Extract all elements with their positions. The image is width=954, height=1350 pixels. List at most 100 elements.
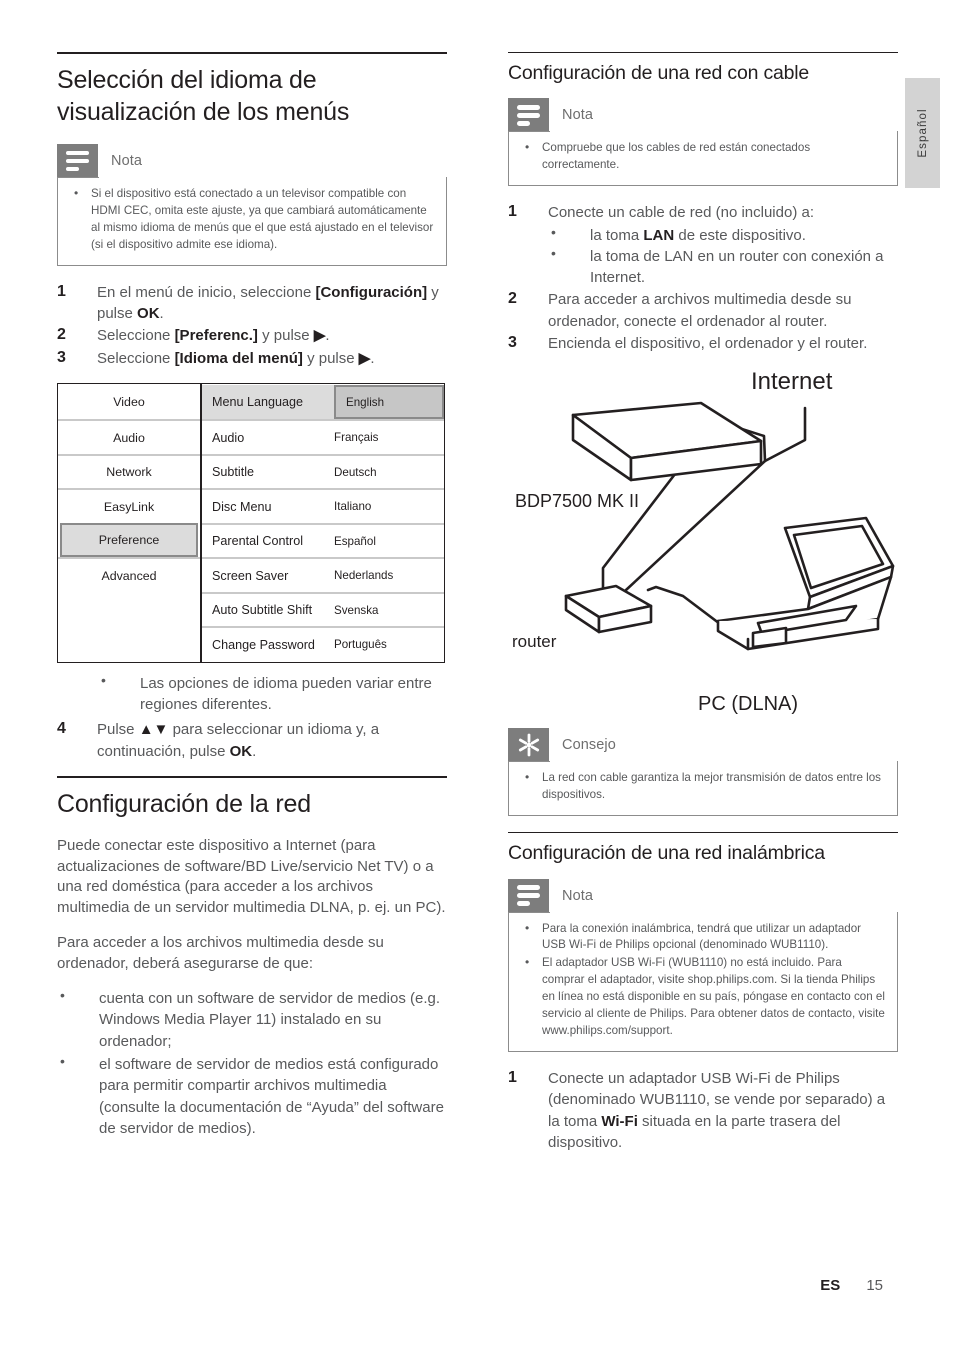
step-text: . [159, 304, 164, 322]
wireless-network-title: Configuración de una red inalámbrica [508, 842, 825, 865]
osd-sidebar-item-easylink[interactable]: EasyLink [58, 488, 200, 523]
language-side-tab: Español [905, 78, 940, 188]
osd-row-value: Deutsch [334, 465, 377, 479]
osd-row-name: Parental Control [212, 534, 304, 549]
osd-row-subtitle[interactable]: Subtitle Deutsch [202, 453, 444, 489]
network-paragraph-2: Para acceder a los archivos multimedia d… [57, 933, 384, 972]
osd-row-change-password[interactable]: Change Password Português [202, 626, 444, 661]
step-text: . [252, 742, 257, 760]
callout-item: Compruebe que los cables de red están co… [521, 139, 885, 174]
osd-row-screen-saver[interactable]: Screen Saver Nederlands [202, 557, 444, 592]
sub-text: de este dispositivo. [674, 226, 806, 244]
osd-row-value: Português [334, 638, 387, 652]
step-bold: OK [229, 742, 253, 760]
step-bold: ▶ [358, 349, 371, 367]
step-item: Pulse ▲▼ para seleccionar un idioma y, a… [57, 718, 447, 762]
wired-network-title: Configuración de una red con cable [508, 62, 810, 84]
note-icon [57, 144, 98, 178]
wired-steps-list: Conecte un cable de red (no incluido) a:… [508, 201, 898, 355]
callout-body: Compruebe que los cables de red están co… [508, 131, 898, 187]
osd-row-menu-language[interactable]: Menu Language English [202, 384, 444, 420]
network-paragraph-1: Puede conectar este dispositivo a Intern… [57, 837, 446, 917]
osd-sidebar-item-network[interactable]: Network [58, 453, 200, 489]
asterisk-glyph [518, 733, 539, 757]
step-bold: ▶ [313, 327, 326, 345]
sub-bullet-item: la toma LAN de este dispositivo. [548, 222, 898, 246]
left-column: Selección del idioma de visualización de… [57, 52, 447, 1153]
callout-body: La red con cable garantiza la mejor tran… [508, 761, 898, 817]
callout-header: Nota [508, 98, 898, 133]
osd-row-value: Svenska [334, 603, 379, 617]
step-text: Seleccione [97, 327, 175, 345]
requirement-item: cuenta con un software de servidor de me… [57, 986, 447, 1052]
osd-row-audio[interactable]: Audio Français [202, 419, 444, 454]
diagram-label-device: BDP7500 MK II [515, 491, 640, 512]
osd-row-value: English [334, 384, 444, 420]
step-item: Seleccione [Preferenc.] y pulse ▶. [57, 324, 447, 347]
callout-header: Consejo [508, 728, 898, 763]
osd-row-parental-control[interactable]: Parental Control Español [202, 522, 444, 558]
step-item: En el menú de inicio, seleccione [Config… [57, 281, 447, 325]
callout-item: El adaptador USB Wi-Fi (WUB1110) no está… [521, 954, 885, 1040]
osd-row-auto-subtitle-shift[interactable]: Auto Subtitle Shift Svenska [202, 591, 444, 627]
osd-row-value: Nederlands [334, 569, 394, 583]
diagram-drawing [564, 401, 895, 651]
note-callout-wireless: Nota Para la conexión inalámbrica, tendr… [508, 878, 898, 1052]
step-bold: [Preferenc.] [174, 327, 258, 345]
diagram-label-internet: Internet [751, 368, 833, 396]
page-footer: ES 15 [0, 1277, 954, 1295]
diagram-label-pc: PC (DLNA) [698, 693, 799, 716]
step-text: y pulse [257, 327, 314, 345]
osd-sidebar: Video Audio Network EasyLink Preference … [58, 383, 202, 662]
callout-item: La red con cable garantiza la mejor tran… [521, 769, 885, 804]
step-sub-bullets: la toma LAN de este dispositivo. la toma… [548, 222, 898, 289]
note-icon [508, 878, 549, 913]
step-text: . [370, 349, 375, 367]
step-bold: [Configuración] [315, 283, 428, 301]
sub-bullet-item: la toma de LAN en un router con conexión… [548, 244, 898, 289]
step-text: En el menú de inicio, seleccione [97, 283, 316, 301]
step-item: Para acceder a archivos multimedia desde… [508, 288, 852, 330]
network-requirements-list: cuenta con un software de servidor de me… [57, 986, 447, 1139]
callout-label: Nota [562, 107, 594, 124]
network-heading-rule [57, 776, 447, 779]
osd-row-value: Italiano [334, 500, 372, 514]
arrow-keys-icon: ▲▼ [138, 721, 169, 739]
footer-language-code: ES [820, 1277, 841, 1294]
step-text: Pulse [97, 721, 139, 739]
sub-text: la toma [590, 226, 644, 244]
osd-row-name: Audio [212, 430, 245, 445]
network-section-title: Configuración de la red [57, 790, 311, 819]
step-bold: [Idioma del menú] [174, 349, 303, 367]
page-title: Selección del idioma de visualización de… [57, 66, 350, 126]
right-column: Configuración de una red con cable Nota … [508, 52, 898, 1167]
document-page: Selección del idioma de visualización de… [0, 0, 954, 1350]
callout-header: Nota [508, 878, 898, 913]
step-bold: OK [137, 304, 160, 322]
osd-sidebar-item-audio[interactable]: Audio [58, 419, 200, 454]
callout-label: Consejo [562, 737, 616, 754]
sub-bold: LAN [643, 226, 675, 244]
step-text: Conecte un cable de red (no incluido) a: [548, 204, 815, 222]
step-text: . [325, 327, 330, 345]
side-tab-label: Español [916, 108, 929, 158]
osd-row-value: Español [334, 534, 376, 548]
requirement-item: el software de servidor de medios está c… [57, 1052, 447, 1139]
callout-label: Nota [111, 153, 143, 169]
heading-rule-top [57, 52, 447, 54]
osd-row-name: Menu Language [212, 395, 304, 410]
language-steps-list: En el menú de inicio, seleccione [Config… [57, 281, 447, 370]
osd-sidebar-item-video[interactable]: Video [58, 385, 200, 420]
note-icon [508, 98, 549, 133]
diagram-label-router: router [512, 632, 557, 652]
osd-row-disc-menu[interactable]: Disc Menu Italiano [202, 488, 444, 523]
osd-sidebar-item-preference[interactable]: Preference [60, 522, 198, 558]
callout-header: Nota [57, 144, 447, 178]
wired-heading-rule [508, 52, 898, 53]
osd-row-name: Screen Saver [212, 568, 289, 583]
osd-menu-screenshot: Video Audio Network EasyLink Preference … [57, 382, 445, 663]
footer-page-number: 15 [866, 1277, 883, 1294]
osd-sidebar-item-advanced[interactable]: Advanced [58, 557, 200, 592]
step-item: Conecte un adaptador USB Wi-Fi de Philip… [508, 1067, 898, 1153]
note-callout-wired: Nota Compruebe que los cables de red est… [508, 98, 898, 187]
